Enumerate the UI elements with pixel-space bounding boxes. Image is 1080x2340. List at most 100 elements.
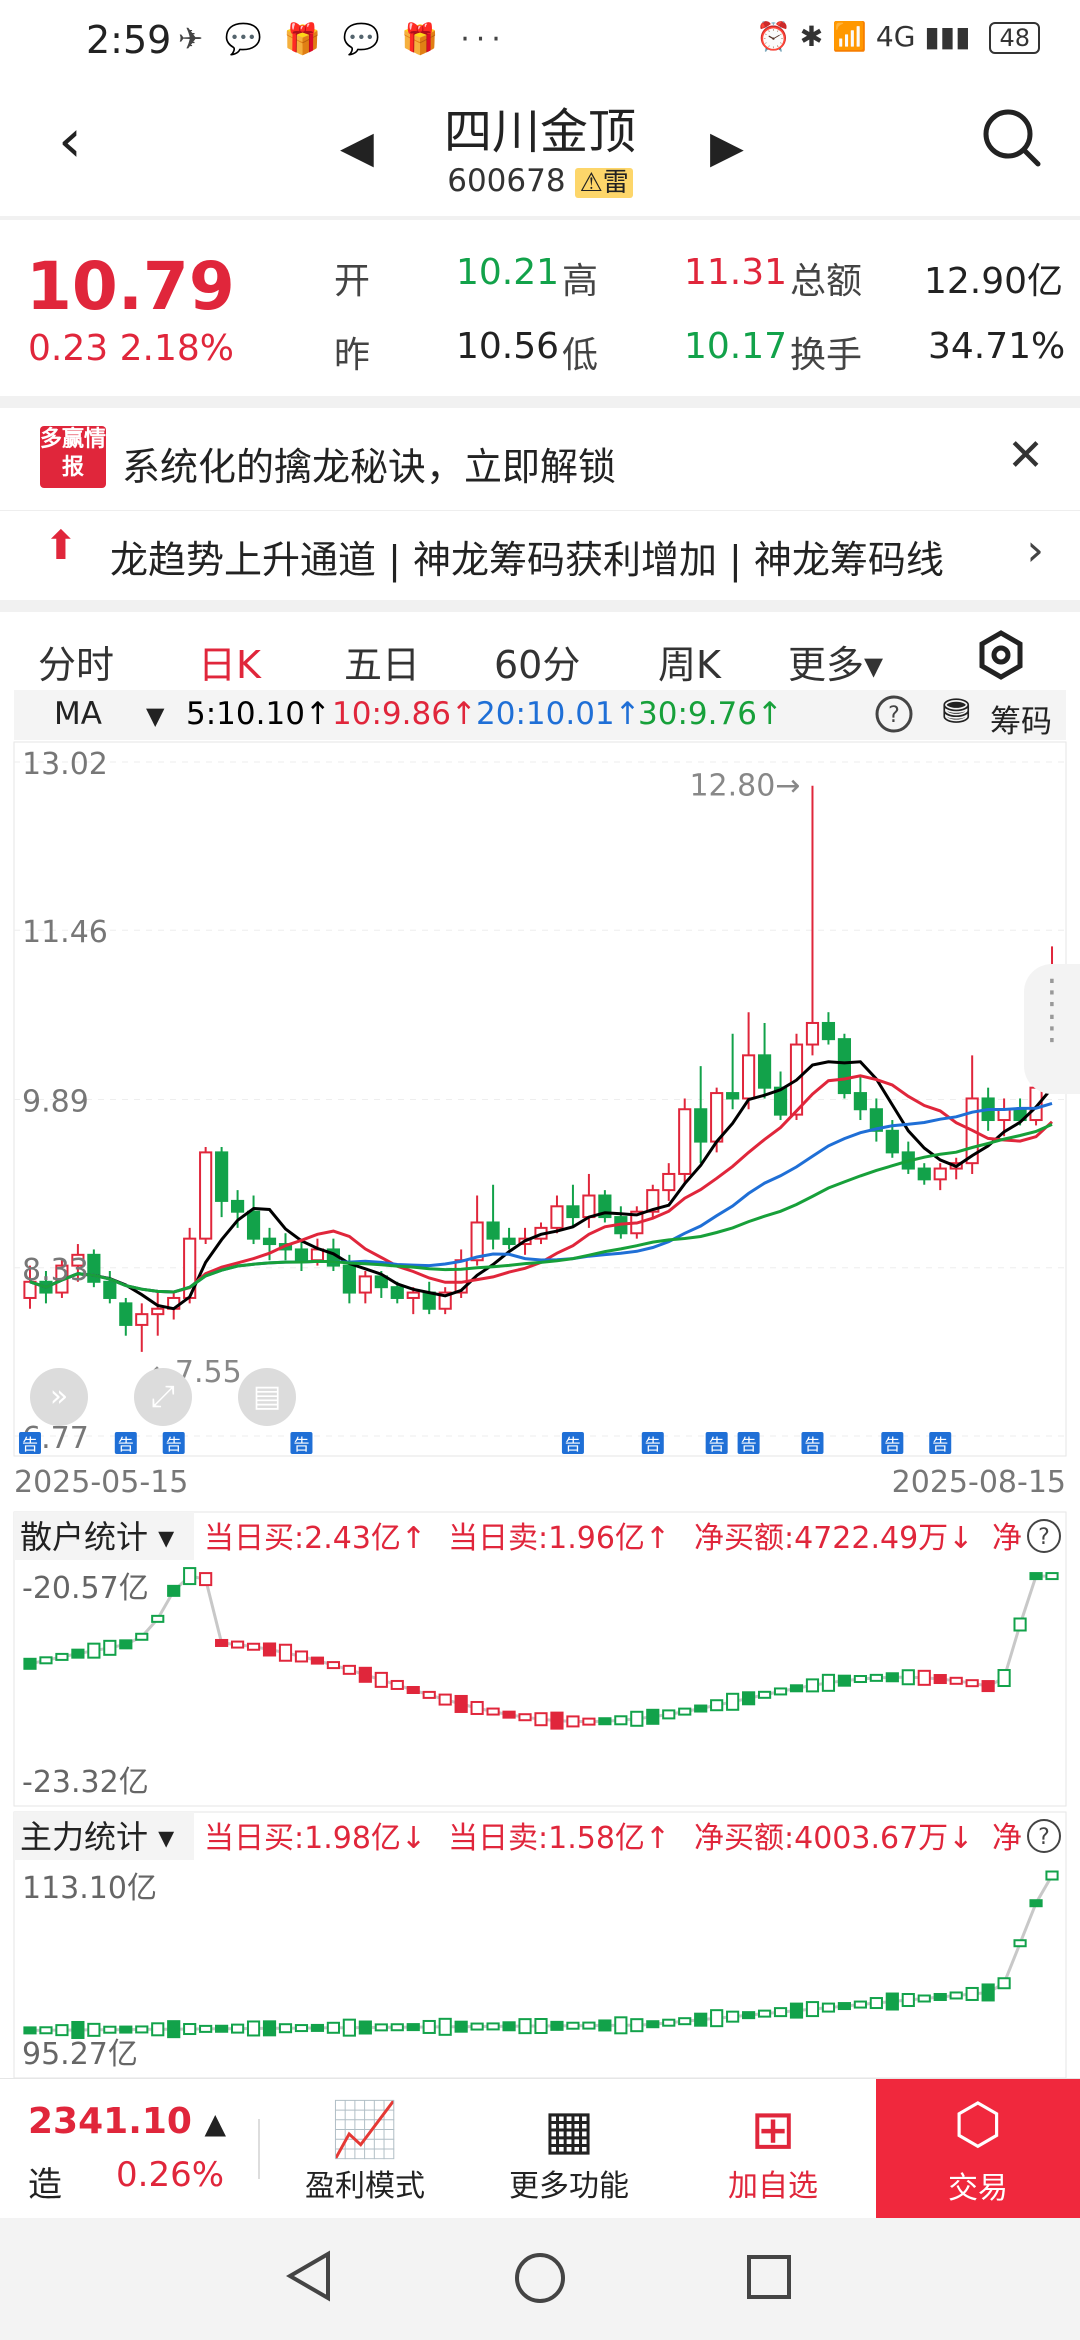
sub-candle <box>773 1687 788 1696</box>
sub-candle <box>837 1674 852 1687</box>
sub-candle <box>598 1717 612 1726</box>
divider <box>258 2119 260 2179</box>
help-icon-glyph: ? <box>1038 1825 1050 1850</box>
sub-candle <box>853 1675 867 1684</box>
announcement-marker: 告 <box>290 1432 313 1454</box>
sub-candle <box>1013 1939 1027 1948</box>
sub-candle <box>566 1715 580 1728</box>
sub-candle <box>965 1679 979 1688</box>
sub-candle <box>199 1572 213 1587</box>
more-functions-button[interactable]: ▦ 更多功能 <box>494 2099 644 2205</box>
sub-candle <box>470 2022 484 2031</box>
sub-candle <box>805 2001 820 2018</box>
sub-candle <box>598 2019 612 2032</box>
sub-candle <box>454 1694 468 1713</box>
side-drawer-handle[interactable]: ⋮ ⋮ <box>1024 964 1080 1094</box>
sub-chart-summary: 当日买:1.98亿↓ <box>204 1821 426 1856</box>
sub-candle <box>278 2023 293 2034</box>
sub-candle <box>614 1715 628 1726</box>
sub-candle <box>981 1680 995 1693</box>
sub-candle <box>55 2024 69 2037</box>
sub-candle <box>422 2019 436 2034</box>
sub-chart-summary: 当日卖:1.96亿↑ <box>448 1521 670 1556</box>
marker-label: 告 <box>166 1435 182 1454</box>
sub-candle <box>965 1986 979 2001</box>
chart-grid <box>13 741 1067 1457</box>
sub-candle <box>406 2023 420 2032</box>
marker-label: 告 <box>118 1435 134 1454</box>
trade-button[interactable]: ⬡ 交易 <box>876 2079 1080 2219</box>
sub-candle <box>901 1993 915 2008</box>
candle-body <box>933 1167 947 1181</box>
sub-candle <box>230 1640 245 1649</box>
candle-body <box>199 1151 213 1240</box>
add-watchlist-button[interactable]: ⊞ 加自选 <box>698 2099 848 2205</box>
sub-candle <box>151 2022 165 2037</box>
announcement-marker: 告 <box>641 1432 664 1454</box>
fullscreen-icon[interactable]: ⤢ <box>134 1368 192 1426</box>
add-watchlist-label: 加自选 <box>728 2169 818 2204</box>
sub-candle <box>151 1614 165 1623</box>
candle-body <box>262 1237 277 1246</box>
sub-chart-summary: 净 <box>992 1521 1022 1556</box>
expand-icon[interactable]: » <box>30 1368 88 1426</box>
kline-charts[interactable]: 13.0211.469.898.336.7712.80→←7.55告告告告告告告… <box>0 0 1080 2078</box>
sub-candle <box>278 1643 293 1662</box>
sub-candle <box>199 2024 213 2033</box>
marker-label: 告 <box>804 1435 820 1454</box>
candle-body <box>151 1307 165 1316</box>
y-tick-label: 8.33 <box>22 1253 89 1288</box>
sub-candle <box>454 2020 468 2033</box>
chart-trend-icon: 📈 <box>331 2098 399 2161</box>
candle-body <box>678 1108 692 1175</box>
sub-candle <box>997 1977 1011 1990</box>
sub-candle <box>885 1992 899 2011</box>
candle-body <box>710 1092 724 1143</box>
sub-candle <box>837 2002 852 2011</box>
sub-candle <box>103 2025 117 2034</box>
sub-candle <box>550 2020 564 2031</box>
sub-candle <box>518 1713 532 1722</box>
sub-candle <box>821 1673 836 1692</box>
sub-candle <box>662 1709 676 1720</box>
index-value[interactable]: 2341.10 ▲ <box>28 2101 226 2142</box>
announcement-marker: 告 <box>18 1432 41 1454</box>
image-icon[interactable]: ▤ <box>238 1368 296 1426</box>
sub-candle <box>486 1707 500 1716</box>
recents-nav-icon[interactable] <box>744 2252 794 2306</box>
sub-candle <box>502 1710 516 1719</box>
candle-body <box>582 1194 596 1219</box>
sub-candle <box>821 2002 836 2013</box>
start-date-label: 2025-05-15 <box>14 1465 188 1500</box>
marker-label: 告 <box>932 1435 948 1454</box>
sub-candle <box>901 1669 915 1686</box>
sub-candle <box>566 2021 580 2030</box>
sub-candle <box>534 1712 548 1727</box>
candle-body <box>853 1092 867 1111</box>
candle-body <box>215 1151 229 1202</box>
sub-candle <box>885 1672 899 1683</box>
sub-candle <box>773 2007 788 2018</box>
candle-body <box>342 1264 356 1294</box>
sub-candle <box>630 2018 644 2033</box>
candle-body <box>390 1286 404 1299</box>
sub-candle <box>694 1704 708 1713</box>
retail-stat-chart: 散户统计 ▾ 当日买:2.43亿↑ 当日卖:1.96亿↑ 净买额:4722.49万↓ 净… <box>13 1511 1067 1807</box>
sub-candle <box>390 1679 404 1690</box>
sub-candle <box>470 1700 484 1715</box>
y-tick-label: 11.46 <box>22 915 108 950</box>
y-tick-label: 13.02 <box>22 747 108 782</box>
back-nav-icon[interactable] <box>282 2248 334 2308</box>
sub-chart-summary: 当日买:2.43亿↑ <box>204 1521 426 1556</box>
home-nav-icon[interactable] <box>512 2250 568 2310</box>
profit-mode-button[interactable]: 📈 盈利模式 <box>290 2099 440 2205</box>
marker-label: 告 <box>293 1435 309 1454</box>
sub-candle <box>119 2025 133 2034</box>
sub-candle <box>630 1710 644 1727</box>
sub-candle <box>582 2021 596 2030</box>
sub-candle <box>742 2011 756 2020</box>
sub-candle <box>710 1699 724 1712</box>
candle-body <box>885 1129 899 1154</box>
sub-candle <box>39 2026 53 2035</box>
marker-label: 告 <box>884 1435 900 1454</box>
